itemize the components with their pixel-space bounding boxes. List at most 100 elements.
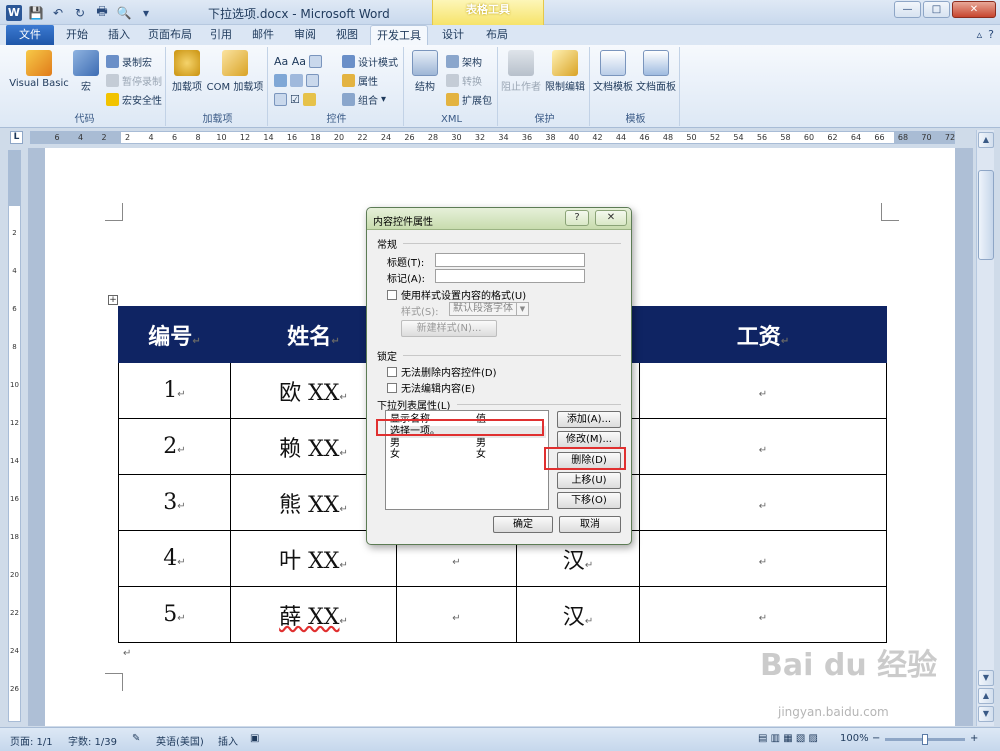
scroll-down-button[interactable]: ▼: [978, 670, 994, 686]
zoom-slider-knob[interactable]: [922, 734, 928, 745]
scroll-thumb[interactable]: [978, 170, 994, 260]
restrict-editing-button[interactable]: 限制编辑: [542, 50, 588, 93]
close-button[interactable]: ✕: [952, 1, 996, 18]
vertical-scrollbar[interactable]: ▲ ▼ ▲ ▼: [976, 130, 994, 726]
zoom-in-button[interactable]: +: [970, 733, 978, 744]
structure-button[interactable]: 结构: [408, 50, 442, 93]
ruler-tick: 22: [357, 133, 368, 142]
view-buttons[interactable]: ▤ ▥ ▦ ▧ ▨: [758, 733, 818, 744]
macros-button[interactable]: 宏: [72, 50, 100, 93]
maximize-button[interactable]: □: [923, 1, 950, 18]
checkbox-control-icon[interactable]: ☑: [274, 91, 316, 107]
print-preview-icon[interactable]: 🔍: [116, 5, 132, 21]
list-item[interactable]: 女 女: [390, 449, 546, 461]
proofing-icon[interactable]: ✎: [132, 733, 140, 744]
new-style-button[interactable]: 新建样式(N)...: [401, 320, 497, 337]
tab-insert[interactable]: 插入: [104, 25, 134, 45]
ruler-tick: 32: [474, 133, 486, 142]
undo-icon[interactable]: ↶: [50, 5, 66, 21]
move-up-button[interactable]: 上移(U): [557, 472, 621, 489]
ribbon-collapse-icon[interactable]: ▵: [977, 28, 983, 41]
tag-input[interactable]: [435, 269, 585, 283]
tab-mailings[interactable]: 邮件: [248, 25, 278, 45]
zoom-level[interactable]: 100%: [840, 733, 869, 744]
table-move-handle[interactable]: +: [108, 295, 118, 305]
dialog-close-button[interactable]: ✕: [595, 210, 627, 226]
prev-page-button[interactable]: ▲: [978, 688, 994, 704]
status-words[interactable]: 字数: 1/39: [68, 733, 117, 748]
move-down-button[interactable]: 下移(O): [557, 492, 621, 509]
word-logo-icon[interactable]: W: [6, 4, 22, 21]
expansion-pack-button[interactable]: 扩展包: [446, 91, 492, 107]
cannot-edit-checkbox[interactable]: 无法编辑内容(E): [387, 380, 475, 395]
ruler-tick: 48: [662, 133, 674, 142]
com-addins-button[interactable]: COM 加载项: [206, 50, 264, 93]
document-panel-button[interactable]: 文档面板: [634, 50, 678, 93]
macro-security-button[interactable]: 宏安全性: [106, 91, 162, 107]
group-label-xml: XML: [440, 114, 463, 125]
add-button[interactable]: 添加(A)...: [557, 411, 621, 428]
header-cell[interactable]: 编号↵: [118, 306, 231, 363]
customize-qat-icon[interactable]: ▾: [138, 5, 154, 21]
tab-layout[interactable]: 布局: [482, 25, 512, 45]
style-select[interactable]: 默认段落字体 ▼: [449, 302, 529, 316]
rich-text-control-icon[interactable]: Aa Aa: [274, 53, 323, 69]
tab-review[interactable]: 审阅: [290, 25, 320, 45]
record-macro-button[interactable]: 录制宏: [106, 53, 152, 69]
horizontal-ruler[interactable]: 6 4 2 2 4 6 8 10 12 14 16 18 20 22 24 26 28 30 32 34 36 38 40 4…: [30, 131, 955, 144]
group-button[interactable]: 组合 ▾: [342, 91, 386, 107]
group-label-addins: 加载项: [202, 114, 233, 125]
pause-recording-button[interactable]: 暂停录制: [106, 72, 162, 88]
redo-icon[interactable]: ↻: [72, 5, 88, 21]
zoom-out-button[interactable]: −: [872, 733, 880, 744]
minimize-button[interactable]: —: [894, 1, 921, 18]
ruler-tick: 20: [333, 133, 345, 142]
status-page[interactable]: 页面: 1/1: [10, 733, 53, 748]
ruler-tick: 24: [380, 133, 392, 142]
status-mode[interactable]: 插入: [218, 733, 238, 748]
use-style-checkbox[interactable]: 使用样式设置内容的格式(U): [387, 287, 526, 302]
help-icon[interactable]: ?: [988, 28, 994, 41]
dialog-help-button[interactable]: ?: [565, 210, 589, 226]
tab-view[interactable]: 视图: [332, 25, 362, 45]
list-item[interactable]: 选择一项。: [390, 426, 546, 438]
scroll-up-button[interactable]: ▲: [978, 132, 994, 148]
modify-button[interactable]: 修改(M)...: [557, 431, 621, 448]
com-addins-icon: [222, 50, 248, 76]
status-language[interactable]: 英语(美国): [156, 733, 204, 748]
print-icon[interactable]: 🖶: [94, 4, 110, 21]
table-row: 5↵ 薛 XX↵ ↵ 汉↵ ↵: [118, 586, 887, 643]
title-input[interactable]: [435, 253, 585, 267]
tab-selector[interactable]: L: [10, 131, 23, 144]
ribbon-tabs: 文件 开始 插入 页面布局 引用 邮件 审阅 视图 开发工具 设计 布局 ▵ ?: [0, 25, 1000, 45]
tab-developer[interactable]: 开发工具: [370, 25, 428, 45]
design-mode-button[interactable]: 设计模式: [342, 53, 398, 69]
vertical-ruler[interactable]: 2 4 6 8 10 12 14 16 18 20 22 24 26: [8, 150, 21, 722]
window-controls: — □ ✕: [894, 1, 996, 18]
tab-references[interactable]: 引用: [206, 25, 236, 45]
transform-button[interactable]: 转换: [446, 72, 482, 88]
tab-file[interactable]: 文件: [6, 25, 54, 45]
tab-home[interactable]: 开始: [62, 25, 92, 45]
ruler-tick: 70: [921, 133, 932, 142]
header-cell[interactable]: 工资↵: [639, 306, 887, 363]
macro-record-icon[interactable]: ▣: [250, 733, 259, 744]
dropdown-list[interactable]: 显示名称 值 选择一项。 男 男 女 女: [385, 410, 549, 510]
save-icon[interactable]: 💾: [28, 5, 44, 21]
picture-control-icon[interactable]: [274, 72, 319, 88]
next-page-button[interactable]: ▼: [978, 706, 994, 722]
addins-button[interactable]: 加载项: [170, 50, 204, 93]
ruler-tick: 2: [101, 133, 107, 142]
block-authors-button[interactable]: 阻止作者: [500, 50, 542, 93]
document-template-button[interactable]: 文档模板: [592, 50, 634, 93]
tab-page-layout[interactable]: 页面布局: [146, 25, 194, 45]
cannot-delete-checkbox[interactable]: 无法删除内容控件(D): [387, 364, 497, 379]
zoom-slider[interactable]: [885, 734, 965, 745]
properties-button[interactable]: 属性: [342, 72, 378, 88]
tab-design[interactable]: 设计: [438, 25, 468, 45]
cancel-button[interactable]: 取消: [559, 516, 621, 533]
schema-button[interactable]: 架构: [446, 53, 482, 69]
visual-basic-button[interactable]: Visual Basic: [8, 50, 70, 89]
ok-button[interactable]: 确定: [493, 516, 553, 533]
delete-button[interactable]: 删除(D): [557, 452, 621, 469]
